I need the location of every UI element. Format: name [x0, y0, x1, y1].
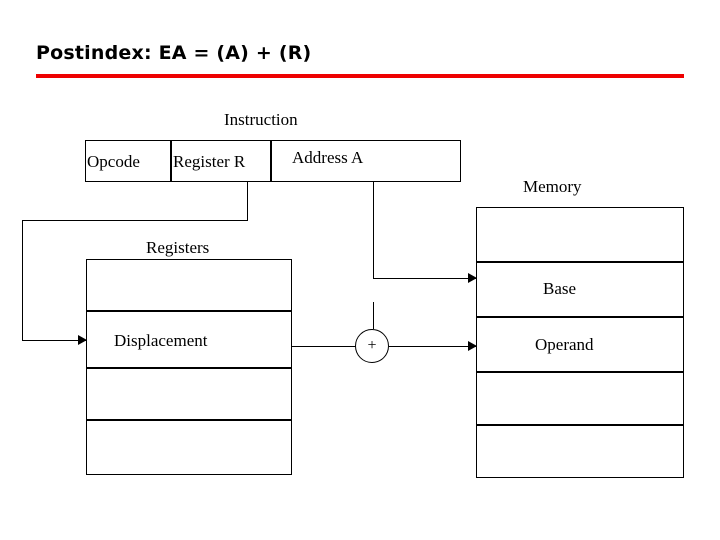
instruction-address-text: Address A — [292, 148, 364, 167]
adder-symbol: + — [367, 337, 377, 354]
memory-cell-1 — [476, 207, 684, 262]
connector-register-down — [247, 182, 248, 220]
connector-register-left — [22, 220, 248, 221]
memory-cell-4 — [476, 372, 684, 425]
instruction-register-text: Register R — [173, 152, 246, 171]
connector-adder-to-operand — [389, 346, 476, 347]
arrowhead-into-operand — [468, 341, 477, 351]
registers-cell-4 — [86, 420, 292, 475]
arrowhead-into-base — [468, 273, 477, 283]
connector-address-down — [373, 182, 374, 278]
connector-address-into-base — [373, 278, 476, 279]
page-title: Postindex: EA = (A) + (R) — [36, 42, 312, 64]
instruction-label: Instruction — [224, 110, 298, 129]
title-underline-rule — [36, 74, 684, 78]
registers-displacement-text: Displacement — [114, 331, 208, 350]
slide-canvas: Postindex: EA = (A) + (R) Instruction Me… — [0, 0, 720, 540]
memory-operand-text: Operand — [535, 335, 594, 354]
connector-register-into-displacement — [22, 340, 86, 341]
connector-adder-stub — [373, 302, 374, 303]
memory-cell-5 — [476, 425, 684, 478]
memory-label: Memory — [523, 177, 582, 196]
connector-address-to-adder — [373, 302, 374, 329]
adder-node: + — [355, 329, 389, 363]
registers-label: Registers — [146, 238, 210, 257]
memory-cell-base — [476, 262, 684, 317]
connector-displacement-to-adder — [292, 346, 356, 347]
instruction-opcode-text: Opcode — [87, 152, 140, 171]
arrowhead-into-displacement — [78, 335, 87, 345]
registers-cell-3 — [86, 368, 292, 420]
memory-base-text: Base — [543, 279, 577, 298]
registers-cell-1 — [86, 259, 292, 311]
connector-register-vertical — [22, 220, 23, 340]
